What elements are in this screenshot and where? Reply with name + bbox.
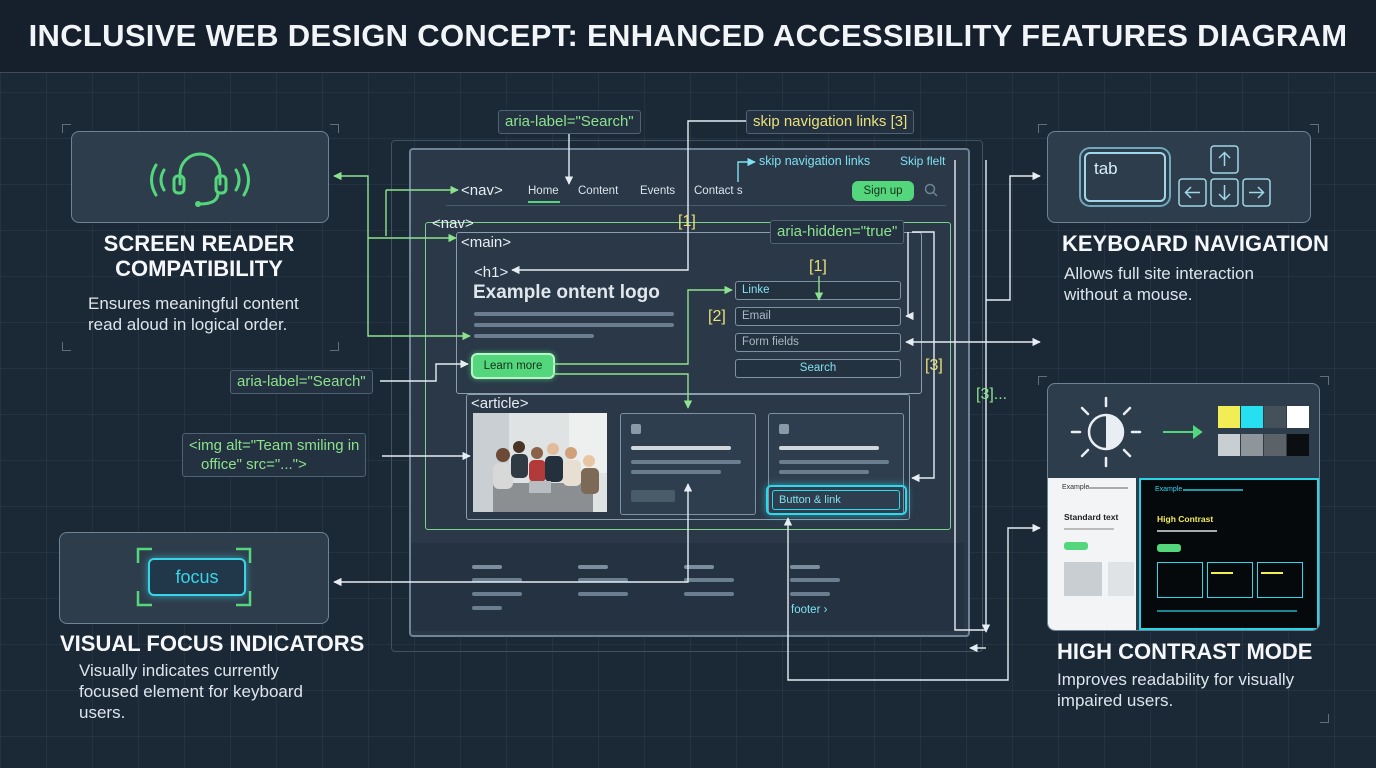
skip-nav-tag: skip navigation links [3] <box>746 110 915 134</box>
connector-lines <box>333 120 1041 681</box>
marker-3: [3] <box>925 357 943 374</box>
aria-label-left-tag: aria-label="Search" <box>230 370 373 394</box>
marker-2: [2] <box>708 308 726 325</box>
marker-1: [1] <box>678 213 696 230</box>
diagram-canvas: INCLUSIVE WEB DESIGN CONCEPT: ENHANCED A… <box>0 0 1376 768</box>
aria-hidden-tag: aria-hidden="true" <box>770 220 905 244</box>
marker-3-dots: [3]... <box>976 386 1008 403</box>
aria-label-top-tag: aria-label="Search" <box>498 110 641 134</box>
marker-1b: [1] <box>809 258 827 275</box>
img-alt-tag: <img alt="Team smiling in office" src=".… <box>182 433 367 477</box>
